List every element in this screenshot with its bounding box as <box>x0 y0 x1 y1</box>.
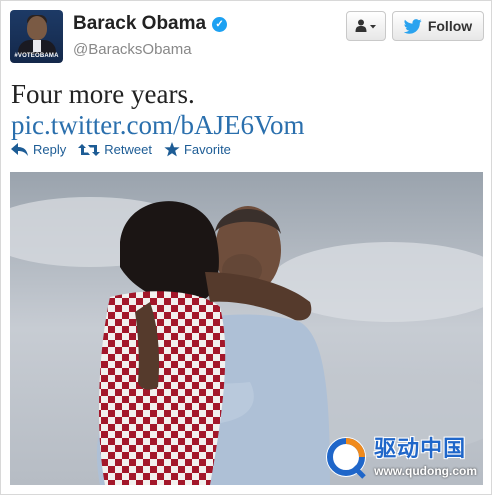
bird-icon <box>403 18 422 34</box>
person-dropdown-icon <box>355 19 376 32</box>
qudong-logo-icon <box>326 437 367 479</box>
user-handle[interactable]: @BaracksObama <box>73 41 192 58</box>
name-row: Barack Obama ✓ <box>73 13 228 35</box>
avatar-face <box>27 16 47 40</box>
avatar[interactable]: #VOTEOBAMA <box>10 10 63 63</box>
retweet-action[interactable]: Retweet <box>78 142 152 157</box>
tweet-photo[interactable]: 驱动中国 www.qudong.com <box>10 172 483 485</box>
tweet-actions: Reply Retweet Favorite <box>11 142 243 157</box>
reply-action[interactable]: Reply <box>11 142 66 157</box>
follow-button[interactable]: Follow <box>392 11 484 41</box>
follow-label: Follow <box>427 18 473 34</box>
user-name[interactable]: Barack Obama <box>73 13 206 35</box>
retweet-label: Retweet <box>104 142 152 157</box>
favorite-label: Favorite <box>183 142 231 157</box>
watermark-url: www.qudong.com <box>374 464 477 478</box>
favorite-action[interactable]: Favorite <box>164 142 231 157</box>
retweet-icon <box>78 143 101 156</box>
tweet-text: Four more years. <box>11 79 195 109</box>
star-icon <box>164 142 180 157</box>
avatar-shirt <box>33 40 41 52</box>
reply-icon <box>11 142 28 156</box>
avatar-tag: #VOTEOBAMA <box>14 53 59 59</box>
tweet-card: #VOTEOBAMA Barack Obama ✓ @BaracksObama … <box>0 0 492 495</box>
reply-label: Reply <box>33 142 67 157</box>
user-actions-button[interactable] <box>346 11 386 41</box>
verified-badge-icon: ✓ <box>212 16 228 32</box>
watermark: 驱动中国 www.qudong.com <box>324 435 477 479</box>
watermark-title: 驱动中国 <box>374 436 467 461</box>
tweet-photo-link[interactable]: pic.twitter.com/bAJE6Vom <box>11 110 304 141</box>
